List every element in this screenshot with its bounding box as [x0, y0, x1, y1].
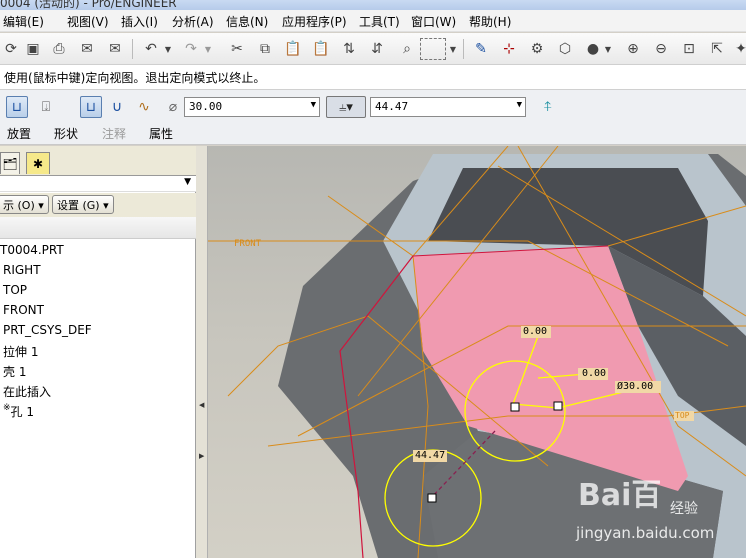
regenerate-manager-icon[interactable]: ⇵ [366, 38, 388, 60]
menu-view[interactable]: 视图(V) [67, 13, 109, 30]
message-area: 使用(鼠标中键)定向视图。退出定向模式以终止。 [0, 65, 746, 90]
refit-icon[interactable]: ⊡ [678, 38, 700, 60]
print-icon[interactable]: ⎙ [48, 38, 70, 60]
status-message: 使用(鼠标中键)定向视图。退出定向模式以终止。 [4, 71, 266, 85]
simple-hole-button[interactable]: ⊔ [6, 96, 28, 118]
preview-icon[interactable]: ⍏ [538, 96, 558, 118]
shading-dropdown-icon[interactable]: ▼ [602, 38, 614, 60]
standard-hole-icon[interactable]: ⍗ [36, 96, 56, 118]
drag-handle [427, 493, 437, 503]
navigator-tabs: 🗂 ✱ [0, 146, 196, 176]
undo-dropdown-icon[interactable]: ▼ [162, 38, 174, 60]
main-toolbar: ⟳ ▣ ⎙ ✉ ✉ ↶ ▼ ↷ ▼ ✂ ⧉ 📋 📋 ⇅ ⇵ ⌕ ▼ ✎ ⊹ ⚙ … [0, 33, 746, 65]
expand-right-icon[interactable]: ▶ [199, 452, 204, 460]
datum-label-top[interactable]: TOP [675, 411, 689, 420]
diameter-field[interactable]: 30.00 ▼ [184, 97, 320, 117]
favorites-icon[interactable]: ✱ [26, 152, 50, 174]
menu-applications[interactable]: 应用程序(P) [282, 13, 347, 30]
dim-depth[interactable]: 44.47 [415, 450, 445, 461]
tree-item-extrude[interactable]: 拉伸 1 [3, 343, 38, 360]
standard-profile-icon[interactable]: ∪ [107, 96, 127, 118]
chevron-down-icon: ▼ [184, 177, 191, 187]
dim-diameter[interactable]: Ø30.00 [617, 381, 653, 392]
menu-edit[interactable]: 编辑(E) [3, 13, 44, 30]
zoom-in-icon[interactable]: ⊕ [622, 38, 644, 60]
watermark-url: jingyan.baidu.com [576, 524, 715, 542]
tree-item-shell[interactable]: 壳 1 [3, 363, 26, 380]
model-tree-header [0, 217, 196, 239]
diameter-icon: ⌀ [168, 99, 178, 115]
watermark-logo: Bai百 [578, 478, 662, 513]
model-tree-toolbar: 示 (O) ▾ 设置 (G) ▾ [0, 193, 196, 217]
datum-label-front[interactable]: FRONT [234, 239, 261, 249]
dim-offset-2[interactable]: 0.00 [582, 368, 606, 379]
chevron-down-icon: ▼ [310, 100, 316, 110]
depth-option-button[interactable]: ⫨▾ [326, 96, 366, 118]
show-button[interactable]: 示 (O) ▾ [0, 195, 49, 214]
menu-bar: 编辑(E) 视图(V) 插入(I) 分析(A) 信息(N) 应用程序(P) 工具… [0, 10, 746, 32]
datum-axis-icon[interactable]: ⊹ [498, 38, 520, 60]
tree-item-part[interactable]: T0004.PRT [0, 243, 64, 257]
reorient-icon[interactable]: ⇱ [706, 38, 728, 60]
tab-placement[interactable]: 放置 [7, 125, 31, 142]
depth-field[interactable]: 44.47 ▼ [370, 97, 526, 117]
copy-icon[interactable]: ⧉ [254, 38, 276, 60]
redo-dropdown-icon[interactable]: ▼ [202, 38, 214, 60]
view-manager-icon[interactable]: ⬡ [554, 38, 576, 60]
collapse-left-icon[interactable]: ◀ [199, 401, 204, 409]
cut-icon[interactable]: ✂ [226, 38, 248, 60]
redo-icon[interactable]: ↷ [180, 38, 202, 60]
menu-help[interactable]: 帮助(H) [469, 13, 511, 30]
panel-splitter[interactable]: ◀ ▶ [196, 146, 208, 558]
save-icon[interactable]: ▣ [22, 38, 44, 60]
menu-window[interactable]: 窗口(W) [411, 13, 456, 30]
tree-item-insert-here[interactable]: 在此插入 [3, 383, 51, 400]
tab-shape[interactable]: 形状 [54, 125, 78, 142]
sketch-profile-icon[interactable]: ∿ [134, 96, 154, 118]
open-icon[interactable]: ⟳ [0, 38, 22, 60]
shading-icon[interactable]: ● [582, 38, 604, 60]
drag-handle [553, 401, 563, 411]
depth-value: 44.47 [375, 100, 409, 113]
tree-item-front[interactable]: FRONT [3, 303, 44, 317]
undo-icon[interactable]: ↶ [140, 38, 162, 60]
paste-special-icon[interactable]: 📋 [310, 38, 332, 60]
selection-box-icon[interactable] [420, 38, 446, 60]
window-title: 0004 (活动的) - Pro/ENGINEER [0, 0, 177, 10]
tree-item-right[interactable]: RIGHT [3, 263, 41, 277]
menu-insert[interactable]: 插入(I) [121, 13, 158, 30]
tab-properties[interactable]: 属性 [149, 125, 173, 142]
tree-item-top[interactable]: TOP [3, 283, 27, 297]
model-tree-selector[interactable]: ▼ [0, 176, 196, 192]
watermark-text: 经验 [670, 501, 698, 517]
navigator-panel: 🗂 ✱ ▼ 示 (O) ▾ 设置 (G) ▾ T0004.PRT RIGHT T… [0, 146, 196, 558]
hole-dashboard: ⊔ ⍗ ⊔ ∪ ∿ ⌀ 30.00 ▼ ⫨▾ 44.47 ▼ ⍏ 放置 形状 注… [0, 90, 746, 145]
menu-tools[interactable]: 工具(T) [359, 13, 400, 30]
regenerate-icon[interactable]: ⇅ [338, 38, 360, 60]
tab-note: 注释 [102, 127, 127, 141]
menu-analysis[interactable]: 分析(A) [172, 13, 214, 30]
mail-icon[interactable]: ✉ [104, 38, 126, 60]
diameter-value: 30.00 [189, 100, 223, 113]
sketch-tool-icon[interactable]: ✎ [470, 38, 492, 60]
settings-button[interactable]: 设置 (G) ▾ [52, 195, 114, 214]
straight-hole-button[interactable]: ⊔ [80, 96, 102, 118]
folder-browser-icon[interactable]: 🗂 [0, 152, 20, 174]
find-icon[interactable]: ⌕ [396, 38, 418, 60]
menu-info[interactable]: 信息(N) [226, 13, 268, 30]
zoom-out-icon[interactable]: ⊖ [650, 38, 672, 60]
dim-offset-1[interactable]: 0.00 [523, 326, 547, 337]
send-icon[interactable]: ✉ [76, 38, 98, 60]
watermark: Bai百 经验 jingyan.baidu.com [572, 470, 746, 558]
spin-center-icon[interactable]: ✦ [730, 38, 746, 60]
tree-item-hole[interactable]: ※孔 1 [3, 403, 34, 420]
selection-dropdown-icon[interactable]: ▼ [447, 38, 459, 60]
paste-icon[interactable]: 📋 [282, 38, 304, 60]
chevron-down-icon: ▼ [516, 100, 522, 110]
tree-item-csys[interactable]: PRT_CSYS_DEF [3, 323, 92, 337]
new-feature-icon: ※ [3, 403, 11, 413]
settings-icon[interactable]: ⚙ [526, 38, 548, 60]
drag-handle [510, 402, 520, 412]
title-bar: 0004 (活动的) - Pro/ENGINEER [0, 0, 746, 10]
